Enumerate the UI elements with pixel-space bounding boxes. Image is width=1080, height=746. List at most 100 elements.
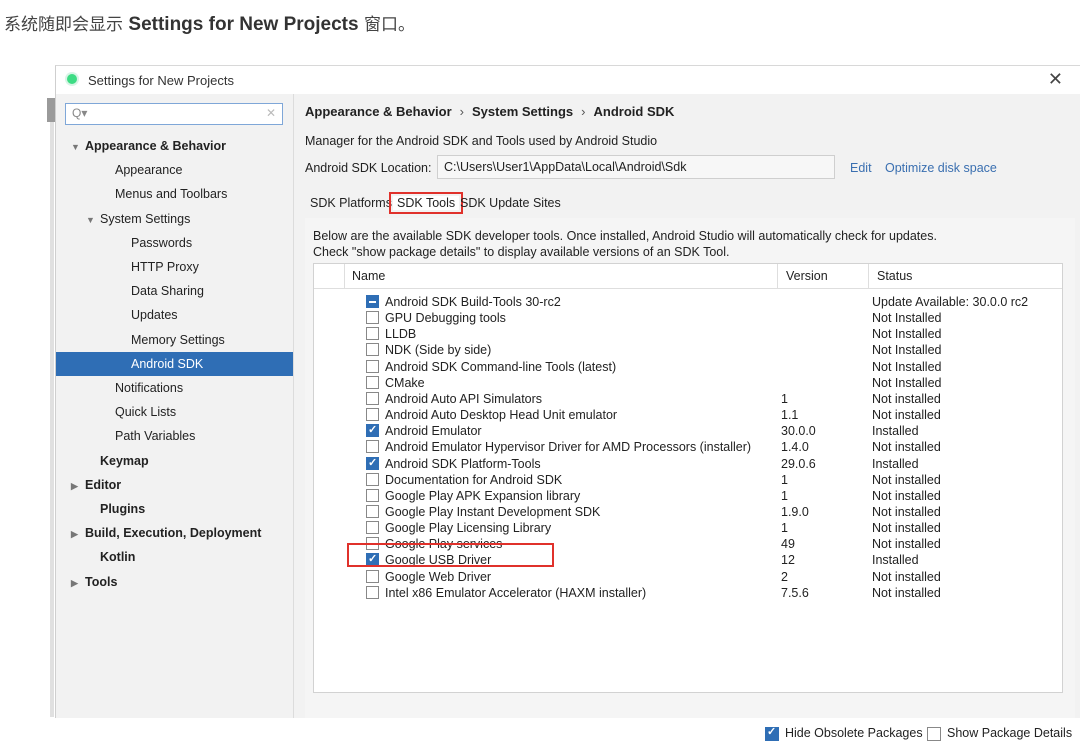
sidebar-item[interactable]: Quick Lists [101,400,176,424]
search-box[interactable]: Q▾ ✕ [65,103,283,125]
table-row[interactable]: Google Play Instant Development SDK 1.9.0… [314,504,1062,520]
sidebar-item[interactable]: ▼ Appearance & Behavior [71,134,226,158]
table-row[interactable]: Android SDK Platform-Tools 29.0.6 Installe… [314,455,1062,472]
sdk-tools-table: Name Version Status Android SDK Build-To… [313,263,1063,693]
row-checkbox[interactable] [366,585,379,599]
sidebar-item-label: Passwords [131,235,193,250]
row-checkbox[interactable] [366,391,379,405]
collapse-arrow-icon[interactable]: ▶ [71,522,85,546]
row-checkbox[interactable] [366,343,379,357]
row-checkbox[interactable] [366,375,379,389]
cell-status: Not Installed [872,359,942,374]
row-checkbox[interactable] [366,521,379,535]
hide-obsolete-checkbox[interactable] [765,725,779,741]
cell-version: 7.5.6 [781,585,809,600]
collapse-arrow-icon[interactable]: ▶ [71,474,85,498]
sidebar-item[interactable]: ▶ Tools [71,570,117,594]
table-row[interactable]: Documentation for Android SDK 1 Not instal… [314,472,1062,488]
row-checkbox[interactable] [366,440,379,454]
scrollbar-thumb[interactable] [47,98,55,122]
sidebar-item[interactable]: Path Variables [101,424,195,448]
row-checkbox[interactable] [366,422,379,438]
sidebar-item-label: Kotlin [100,550,136,565]
window-title: Settings for New Projects [88,73,234,88]
cell-status: Update Available: 30.0.0 rc2 [872,295,1029,309]
close-button[interactable]: ✕ [1048,69,1063,90]
table-row[interactable]: NDK (Side by side) Not Installed [314,342,1062,358]
sidebar-item-label: Path Variables [115,429,196,444]
table-row[interactable]: Android Emulator 30.0.0 Installed [314,422,1062,439]
sdk-location-field[interactable]: C:\Users\User1\AppData\Local\Android\Sdk [437,155,835,179]
row-checkbox[interactable] [366,295,379,308]
table-row[interactable]: Android SDK Build-Tools 30-rc2 Update Ava… [314,294,1062,310]
cell-name: Google Play Instant Development SDK [385,504,601,519]
table-row[interactable]: Google Web Driver 2 Not installed [314,569,1062,585]
table-row[interactable]: Google Play Licensing Library 1 Not instal… [314,520,1062,536]
scrollbar-track[interactable] [50,122,54,717]
show-package-details-checkbox[interactable] [927,727,941,741]
table-row[interactable]: GPU Debugging tools Not Installed [314,310,1062,326]
column-divider[interactable] [868,264,869,288]
expand-arrow-icon[interactable]: ▼ [86,208,100,232]
column-header-version[interactable]: Version [786,269,828,283]
column-divider[interactable] [777,264,778,288]
column-divider[interactable] [344,264,345,288]
row-checkbox[interactable] [366,327,379,341]
breadcrumb-item: Appearance & Behavior [305,104,452,119]
hide-obsolete-label[interactable]: Hide Obsolete Packages [785,726,923,740]
row-checkbox[interactable] [366,488,379,502]
sidebar-item-label: Tools [85,574,118,589]
sidebar-item-label: Editor [85,477,122,492]
table-row[interactable]: CMake Not Installed [314,375,1062,391]
sidebar-item[interactable]: Appearance [101,158,182,182]
table-row[interactable]: Intel x86 Emulator Accelerator (HAXM ins… [314,585,1062,601]
sidebar-item[interactable]: ▼ System Settings [86,207,190,231]
sidebar-item[interactable]: Data Sharing [117,279,204,303]
clear-icon[interactable]: ✕ [266,106,276,120]
optimize-disk-space-link[interactable]: Optimize disk space [885,161,997,175]
row-checkbox[interactable] [366,311,379,325]
sidebar-item[interactable]: Passwords [117,231,192,255]
column-header-name[interactable]: Name [352,269,385,283]
table-row[interactable]: Android SDK Command-line Tools (latest) N… [314,359,1062,375]
sidebar-item[interactable]: Menus and Toolbars [101,182,227,206]
table-row[interactable]: Google Play APK Expansion library 1 Not in… [314,488,1062,504]
cell-status: Installed [872,424,919,439]
sidebar-item[interactable]: Plugins [86,497,145,521]
sidebar-item[interactable]: Keymap [86,449,149,473]
breadcrumb-separator: › [581,104,586,119]
sidebar-item[interactable]: Notifications [101,376,183,400]
column-header-status[interactable]: Status [877,269,912,283]
table-row[interactable]: Android Emulator Hypervisor Driver for A… [314,439,1062,455]
expand-arrow-icon[interactable]: ▼ [71,135,85,159]
collapse-arrow-icon[interactable]: ▶ [71,571,85,595]
sidebar-item[interactable]: Updates [117,303,178,327]
table-row[interactable]: LLDB Not Installed [314,326,1062,342]
row-checkbox[interactable] [366,504,379,518]
sidebar-item[interactable]: HTTP Proxy [117,255,199,279]
tab-sdk-platforms[interactable]: SDK Platforms [310,196,392,210]
row-checkbox[interactable] [366,472,379,486]
table-row[interactable]: Android Auto Desktop Head Unit emulator 1… [314,407,1062,423]
sidebar-item[interactable]: Android SDK [56,351,293,376]
tab-sdk-update-sites[interactable]: SDK Update Sites [460,196,561,210]
sidebar-item[interactable]: ▶ Build, Execution, Deployment [71,521,261,545]
show-package-details-label[interactable]: Show Package Details [947,726,1072,740]
sdk-tools-panel: Below are the available SDK developer to… [305,218,1075,741]
row-checkbox[interactable] [366,455,379,471]
row-checkbox[interactable] [366,408,379,422]
sidebar-item[interactable]: Memory Settings [117,328,225,352]
table-row[interactable]: Android Auto API Simulators 1 Not installe… [314,391,1062,407]
breadcrumb-item: Android SDK [593,104,675,119]
cell-status: Not installed [872,504,941,519]
row-checkbox[interactable] [366,569,379,583]
cell-status: Not installed [872,585,941,600]
sidebar-item[interactable]: Kotlin [86,545,135,569]
sidebar-item[interactable]: ▶ Editor [71,473,121,497]
cell-name: Android Auto Desktop Head Unit emulator [385,408,618,423]
sidebar-item-label: Notifications [115,381,184,395]
edit-link[interactable]: Edit [850,161,872,175]
row-checkbox[interactable] [366,359,379,373]
search-input[interactable] [96,106,256,121]
tab-sdk-tools[interactable]: SDK Tools [388,192,464,214]
